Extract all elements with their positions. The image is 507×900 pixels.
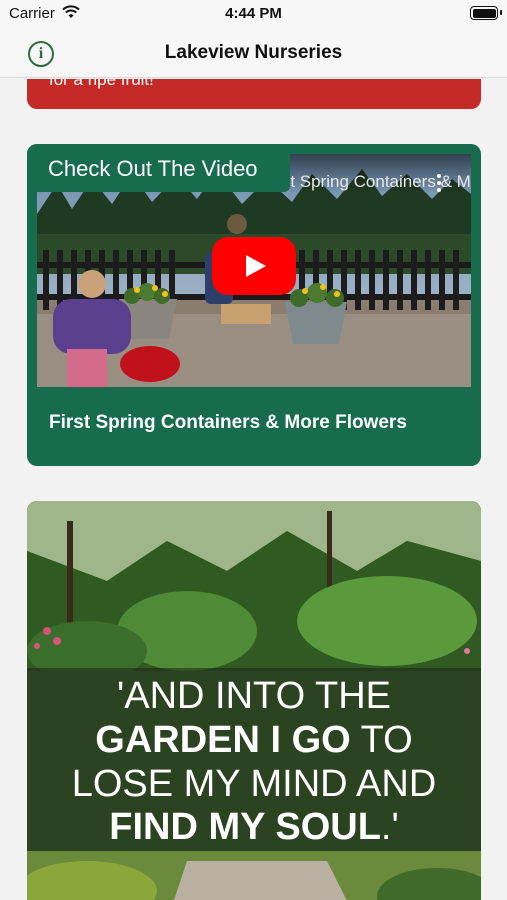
clock: 4:44 PM [225,5,282,22]
content-scroll-view[interactable]: for a ripe fruit! Spring Containers & M … [0,79,507,900]
garden-quote-card[interactable]: 'AND INTO THE GARDEN I GO TO LOSE MY MIN… [27,501,481,900]
quote-line-2-rest: TO [350,719,413,761]
page-title: Lakeview Nurseries [164,42,343,63]
battery-icon [470,6,502,20]
quote-line-2: GARDEN I GO TO [27,719,481,762]
status-bar: Carrier 4:44 PM [0,0,507,30]
video-badge-label: Check Out The Video [48,156,258,181]
video-card[interactable]: First Spring Containers & Mor... Check O… [27,144,481,466]
quote-line-4-bold: FIND MY SOUL [109,806,381,848]
video-badge: Check Out The Video [27,144,290,192]
quote-line-1: 'AND INTO THE [117,675,391,717]
more-options-icon[interactable] [437,174,441,195]
quote-line-4: FIND MY SOUL.' [27,806,481,849]
promo-card[interactable]: for a ripe fruit! [27,79,481,109]
quote-line-4-rest: .' [380,806,399,848]
navigation-bar: i Lakeview Nurseries [0,30,507,78]
promo-text: for a ripe fruit! [49,79,154,89]
quote-line-2-bold: GARDEN I GO [95,719,351,761]
play-button-icon[interactable] [212,237,296,295]
video-caption[interactable]: First Spring Containers & More Flowers [49,412,407,434]
quote-line-3: LOSE MY MIND AND [71,763,437,805]
